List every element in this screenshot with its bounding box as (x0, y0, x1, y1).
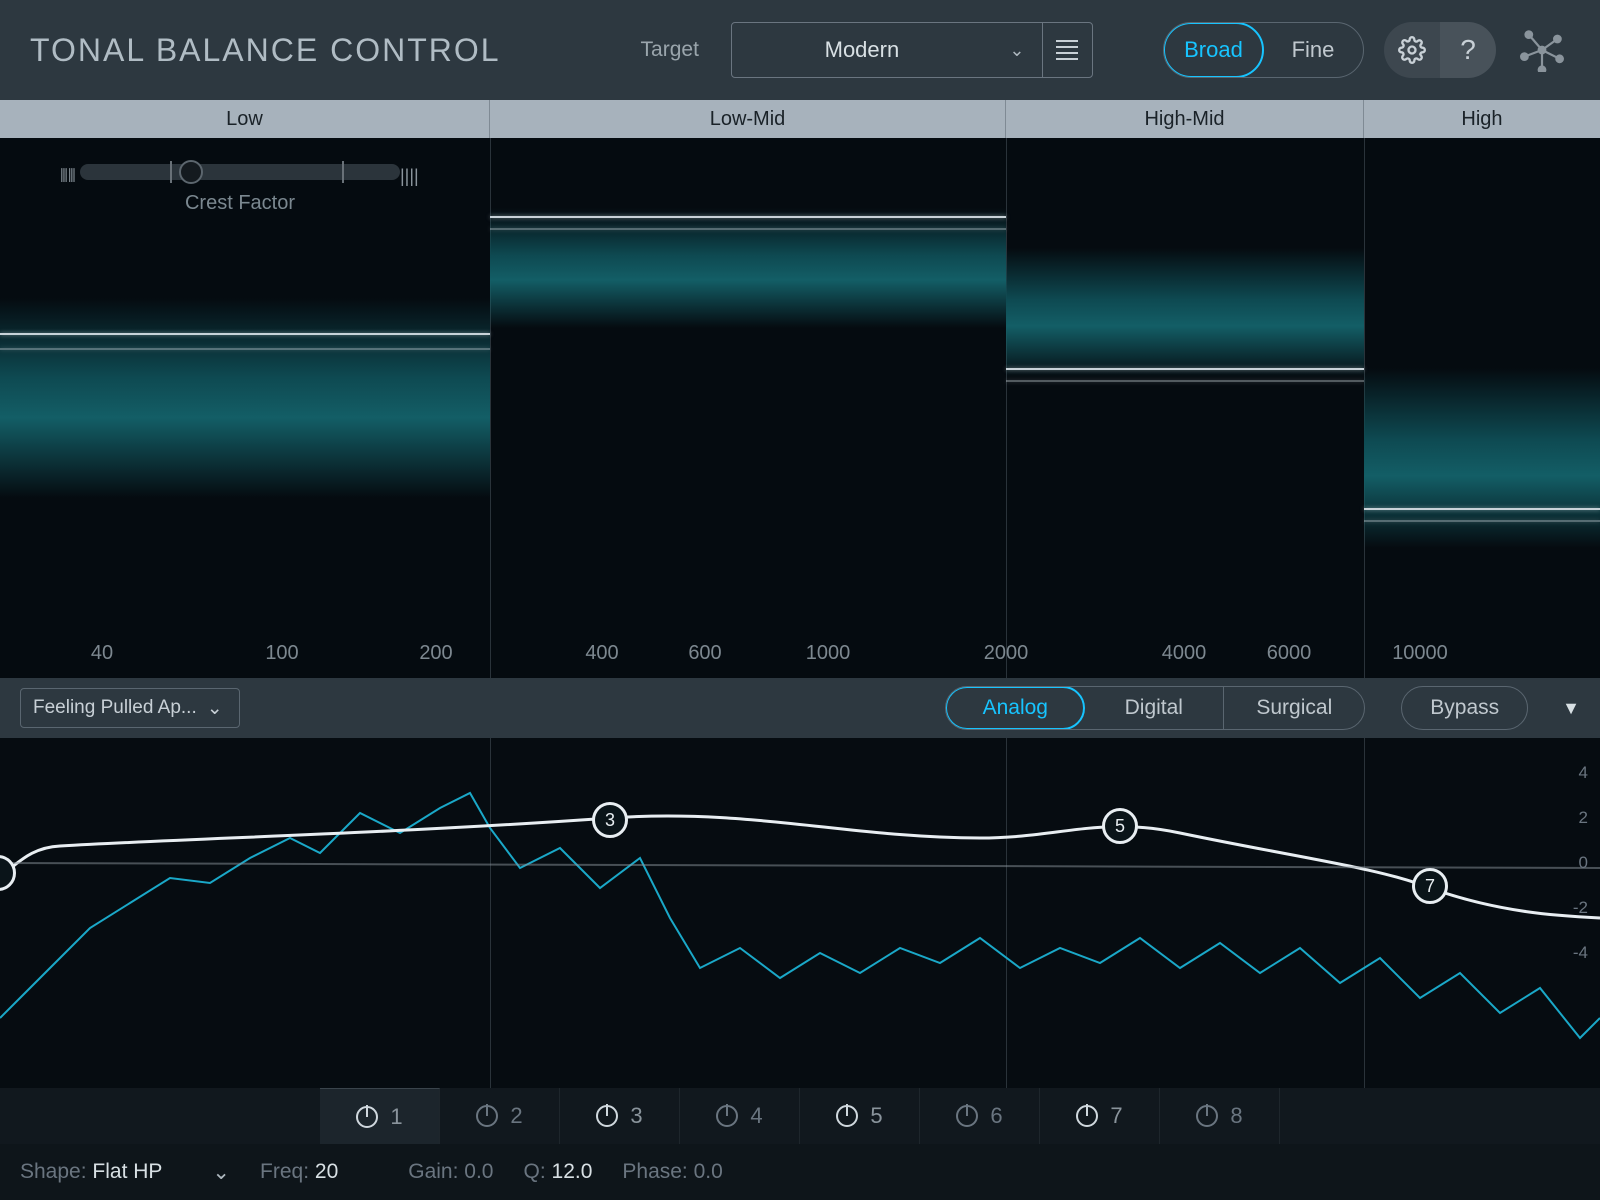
eq-graph[interactable]: 3 5 7 4 2 0 -2 -4 (0, 738, 1600, 1088)
zone-low (0, 298, 490, 498)
target-value: Modern (732, 37, 992, 63)
crest-slider[interactable] (80, 164, 400, 180)
power-icon[interactable] (476, 1105, 498, 1127)
band-tab-3[interactable]: 3 (560, 1088, 680, 1144)
eq-curve (0, 738, 1600, 1088)
phase-param[interactable]: Phase: 0.0 (622, 1160, 722, 1184)
eq-mode-group: Analog Digital Surgical (945, 686, 1365, 730)
band-header-lowmid: Low-Mid (490, 100, 1006, 138)
mode-surgical[interactable]: Surgical (1224, 687, 1364, 729)
db-tick: 0 (1579, 853, 1588, 873)
view-mode-group: Broad Fine (1163, 22, 1364, 78)
help-button[interactable]: ? (1440, 22, 1496, 78)
gain-param[interactable]: Gain: 0.0 (408, 1160, 493, 1184)
power-icon[interactable] (1076, 1105, 1098, 1127)
settings-button[interactable] (1384, 22, 1440, 78)
power-icon[interactable] (596, 1105, 618, 1127)
band-tab-7[interactable]: 7 (1040, 1088, 1160, 1144)
band-header-low: Low (0, 100, 490, 138)
chevron-down-icon: ⌄ (212, 1160, 230, 1185)
freq-tick: 4000 (1162, 642, 1207, 665)
band-header-highmid: High-Mid (1006, 100, 1364, 138)
db-tick: -2 (1573, 898, 1588, 918)
freq-tick: 400 (585, 642, 618, 665)
band-headers: Low Low-Mid High-Mid High (0, 100, 1600, 138)
crest-factor-control: Crest Factor (30, 164, 450, 215)
freq-tick: 10000 (1392, 642, 1448, 665)
balance-display: ⦀⦀ |||| Crest Factor 40 100 200 400 600 … (0, 138, 1600, 678)
power-icon[interactable] (836, 1105, 858, 1127)
freq-tick: 2000 (984, 642, 1029, 665)
target-label: Target (641, 38, 699, 62)
power-icon[interactable] (356, 1106, 378, 1128)
brand-logo (1514, 22, 1570, 78)
freq-param[interactable]: Freq: 20 (260, 1160, 338, 1184)
db-tick: 4 (1579, 763, 1588, 783)
help-icon: ? (1460, 34, 1476, 66)
bypass-button[interactable]: Bypass (1401, 686, 1528, 730)
band-tab-8[interactable]: 8 (1160, 1088, 1280, 1144)
collapse-icon[interactable]: ▼ (1562, 698, 1580, 719)
app-header: TONAL BALANCE CONTROL Target Modern ⌄ Br… (0, 0, 1600, 100)
param-bar: Shape: Flat HP ⌄ Freq: 20 Gain: 0.0 Q: 1… (0, 1144, 1600, 1200)
crest-knob[interactable] (179, 160, 203, 184)
mode-analog[interactable]: Analog (945, 686, 1085, 730)
app-title: TONAL BALANCE CONTROL (30, 32, 501, 69)
freq-tick: 600 (688, 642, 721, 665)
zone-lowmid (490, 208, 1006, 328)
shape-select[interactable]: Shape: Flat HP ⌄ (20, 1160, 230, 1185)
band-tab-4[interactable]: 4 (680, 1088, 800, 1144)
freq-tick: 100 (265, 642, 298, 665)
broad-button[interactable]: Broad (1163, 22, 1264, 78)
crest-label: Crest Factor (30, 192, 450, 215)
target-list-icon[interactable] (1042, 22, 1092, 78)
eq-node-7[interactable]: 7 (1412, 868, 1448, 904)
freq-tick: 40 (91, 642, 113, 665)
track-name: Feeling Pulled Ap... (33, 697, 197, 719)
chevron-down-icon: ⌄ (207, 697, 223, 720)
db-tick: 2 (1579, 808, 1588, 828)
band-tab-2[interactable]: 2 (440, 1088, 560, 1144)
power-icon[interactable] (1196, 1105, 1218, 1127)
band-tab-6[interactable]: 6 (920, 1088, 1040, 1144)
gear-icon (1398, 36, 1426, 64)
eq-node-5[interactable]: 5 (1102, 808, 1138, 844)
eq-band-tabs: 1 2 3 4 5 6 7 8 (0, 1088, 1600, 1144)
band-tab-1[interactable]: 1 (320, 1088, 440, 1144)
power-icon[interactable] (716, 1105, 738, 1127)
freq-tick: 1000 (806, 642, 851, 665)
db-tick: -4 (1573, 943, 1588, 963)
track-select[interactable]: Feeling Pulled Ap... ⌄ (20, 688, 240, 728)
mode-digital[interactable]: Digital (1084, 687, 1224, 729)
logo-icon (1520, 28, 1564, 72)
freq-axis: 40 100 200 400 600 1000 2000 4000 6000 1… (0, 642, 1600, 668)
target-select[interactable]: Modern ⌄ (731, 22, 1093, 78)
freq-tick: 6000 (1267, 642, 1312, 665)
freq-tick: 200 (419, 642, 452, 665)
fine-button[interactable]: Fine (1263, 23, 1363, 77)
eq-node-3[interactable]: 3 (592, 802, 628, 838)
q-param[interactable]: Q: 12.0 (524, 1160, 593, 1184)
eq-toolbar: Feeling Pulled Ap... ⌄ Analog Digital Su… (0, 678, 1600, 738)
power-icon[interactable] (956, 1105, 978, 1127)
band-tab-5[interactable]: 5 (800, 1088, 920, 1144)
zone-highmid (1006, 248, 1364, 378)
band-header-high: High (1364, 100, 1600, 138)
chevron-down-icon[interactable]: ⌄ (992, 40, 1042, 61)
